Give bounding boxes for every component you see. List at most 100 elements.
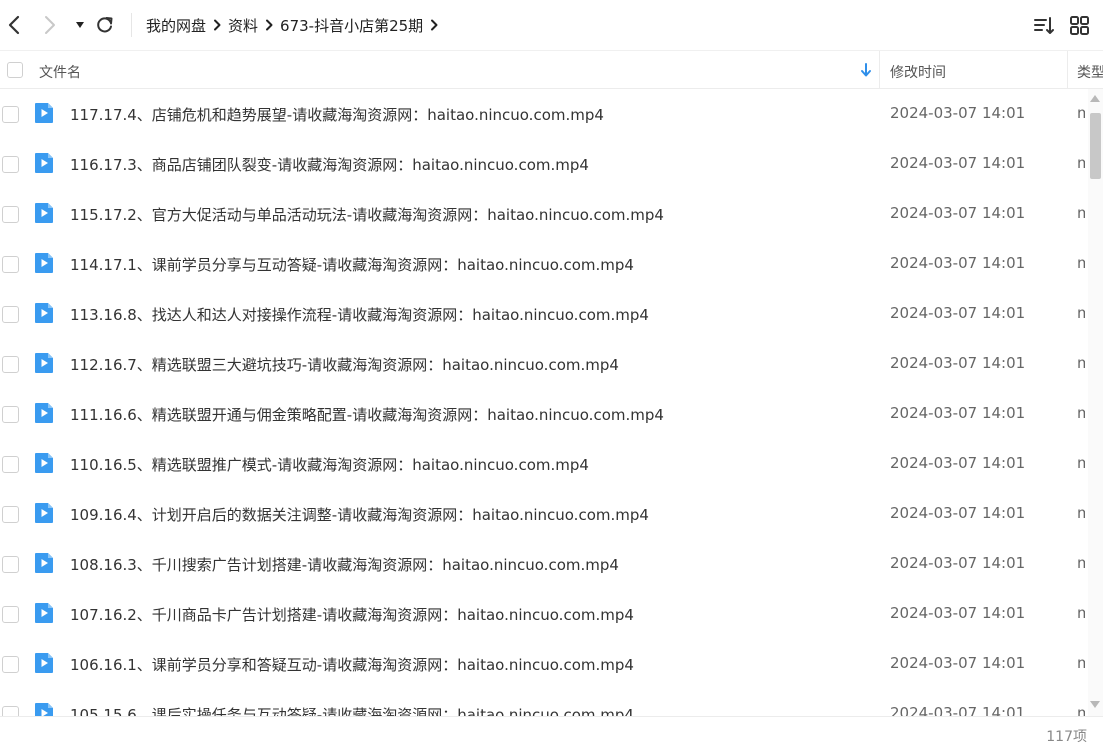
video-file-icon — [35, 603, 53, 623]
caret-down-icon — [76, 22, 84, 28]
file-row[interactable]: 108.16.3、千川搜索广告计划搭建-请收藏海淘资源网：haitao.ninc… — [0, 539, 1088, 589]
chevron-right-icon — [258, 14, 280, 36]
video-file-icon — [35, 203, 53, 223]
scroll-down-arrow-icon[interactable] — [1090, 701, 1100, 708]
video-file-icon — [35, 253, 53, 273]
file-row[interactable]: 113.16.8、找达人和达人对接操作流程-请收藏海淘资源网：haitao.ni… — [0, 289, 1088, 339]
file-modified-time: 2024-03-07 14:01 — [890, 404, 1026, 422]
row-checkbox[interactable] — [2, 206, 19, 223]
file-name[interactable]: 105.15.6、课后实操任务与互动答疑-请收藏海淘资源网：haitao.nin… — [70, 704, 634, 716]
row-checkbox[interactable] — [2, 106, 19, 123]
column-header-modified[interactable]: 修改时间 — [890, 62, 946, 82]
video-file-icon — [35, 303, 53, 323]
column-header-name[interactable]: 文件名 — [39, 62, 81, 82]
column-header: 文件名 修改时间 类型 — [0, 50, 1103, 89]
sort-button[interactable] — [1033, 15, 1055, 37]
file-type: m — [1077, 104, 1085, 122]
file-modified-time: 2024-03-07 14:01 — [890, 604, 1026, 622]
column-header-type[interactable]: 类型 — [1077, 62, 1103, 82]
row-checkbox[interactable] — [2, 606, 19, 623]
file-modified-time: 2024-03-07 14:01 — [890, 254, 1026, 272]
file-row[interactable]: 105.15.6、课后实操任务与互动答疑-请收藏海淘资源网：haitao.nin… — [0, 689, 1088, 716]
file-type: m — [1077, 254, 1085, 272]
video-file-icon — [35, 353, 53, 373]
breadcrumb-item-current[interactable]: 673-抖音小店第25期 — [280, 15, 423, 36]
file-name[interactable]: 110.16.5、精选联盟推广模式-请收藏海淘资源网：haitao.nincuo… — [70, 454, 589, 475]
refresh-button[interactable] — [93, 10, 117, 40]
video-file-icon — [35, 553, 53, 573]
refresh-icon — [97, 17, 113, 33]
row-checkbox[interactable] — [2, 706, 19, 716]
file-name[interactable]: 112.16.7、精选联盟三大避坑技巧-请收藏海淘资源网：haitao.ninc… — [70, 354, 619, 375]
file-name[interactable]: 107.16.2、千川商品卡广告计划搭建-请收藏海淘资源网：haitao.nin… — [70, 604, 634, 625]
file-name[interactable]: 111.16.6、精选联盟开通与佣金策略配置-请收藏海淘资源网：haitao.n… — [70, 404, 664, 425]
file-name[interactable]: 106.16.1、课前学员分享和答疑互动-请收藏海淘资源网：haitao.nin… — [70, 654, 634, 675]
file-row[interactable]: 112.16.7、精选联盟三大避坑技巧-请收藏海淘资源网：haitao.ninc… — [0, 339, 1088, 389]
file-name[interactable]: 109.16.4、计划开启后的数据关注调整-请收藏海淘资源网：haitao.ni… — [70, 504, 649, 525]
column-divider[interactable] — [1067, 51, 1068, 89]
video-file-icon — [35, 503, 53, 523]
row-checkbox[interactable] — [2, 356, 19, 373]
file-type: m — [1077, 454, 1085, 472]
status-bar: 117项 — [0, 716, 1103, 745]
vertical-scrollbar[interactable] — [1088, 89, 1103, 716]
row-checkbox[interactable] — [2, 406, 19, 423]
file-type: m — [1077, 354, 1085, 372]
view-mode-button[interactable] — [1069, 15, 1091, 37]
history-dropdown-button[interactable] — [68, 10, 92, 40]
file-name[interactable]: 116.17.3、商品店铺团队裂变-请收藏海淘资源网：haitao.nincuo… — [70, 154, 589, 175]
file-name[interactable]: 113.16.8、找达人和达人对接操作流程-请收藏海淘资源网：haitao.ni… — [70, 304, 649, 325]
row-checkbox[interactable] — [2, 156, 19, 173]
file-modified-time: 2024-03-07 14:01 — [890, 554, 1026, 572]
row-checkbox[interactable] — [2, 556, 19, 573]
video-file-icon — [35, 153, 53, 173]
chevron-right-icon — [206, 14, 228, 36]
video-file-icon — [35, 653, 53, 673]
file-row[interactable]: 110.16.5、精选联盟推广模式-请收藏海淘资源网：haitao.nincuo… — [0, 439, 1088, 489]
video-file-icon — [35, 403, 53, 423]
file-type: m — [1077, 304, 1085, 322]
file-row[interactable]: 116.17.3、商品店铺团队裂变-请收藏海淘资源网：haitao.nincuo… — [0, 139, 1088, 189]
back-button[interactable] — [2, 10, 26, 40]
toolbar: 我的网盘 资料 673-抖音小店第25期 — [0, 0, 1103, 50]
sort-list-icon — [1034, 17, 1054, 34]
breadcrumb-item-root[interactable]: 我的网盘 — [146, 15, 206, 36]
video-file-icon — [35, 703, 53, 716]
file-type: m — [1077, 404, 1085, 422]
file-type: m — [1077, 654, 1085, 672]
file-modified-time: 2024-03-07 14:01 — [890, 704, 1026, 716]
grid-view-icon — [1070, 16, 1089, 35]
file-modified-time: 2024-03-07 14:01 — [890, 104, 1026, 122]
file-name[interactable]: 115.17.2、官方大促活动与单品活动玩法-请收藏海淘资源网：haitao.n… — [70, 204, 664, 225]
file-modified-time: 2024-03-07 14:01 — [890, 204, 1026, 222]
row-checkbox[interactable] — [2, 656, 19, 673]
file-modified-time: 2024-03-07 14:01 — [890, 354, 1026, 372]
scroll-up-arrow-icon[interactable] — [1090, 95, 1100, 102]
chevron-right-icon[interactable] — [423, 14, 445, 36]
file-modified-time: 2024-03-07 14:01 — [890, 654, 1026, 672]
sort-descending-arrow-icon[interactable] — [860, 63, 872, 77]
file-type: m — [1077, 204, 1085, 222]
file-row[interactable]: 115.17.2、官方大促活动与单品活动玩法-请收藏海淘资源网：haitao.n… — [0, 189, 1088, 239]
video-file-icon — [35, 103, 53, 123]
file-row[interactable]: 109.16.4、计划开启后的数据关注调整-请收藏海淘资源网：haitao.ni… — [0, 489, 1088, 539]
file-name[interactable]: 114.17.1、课前学员分享与互动答疑-请收藏海淘资源网：haitao.nin… — [70, 254, 634, 275]
file-name[interactable]: 117.17.4、店铺危机和趋势展望-请收藏海淘资源网：haitao.nincu… — [70, 104, 604, 125]
file-type: m — [1077, 604, 1085, 622]
file-name[interactable]: 108.16.3、千川搜索广告计划搭建-请收藏海淘资源网：haitao.ninc… — [70, 554, 619, 575]
breadcrumb-item-folder[interactable]: 资料 — [228, 15, 258, 36]
file-row[interactable]: 114.17.1、课前学员分享与互动答疑-请收藏海淘资源网：haitao.nin… — [0, 239, 1088, 289]
forward-button[interactable] — [38, 10, 62, 40]
file-row[interactable]: 106.16.1、课前学员分享和答疑互动-请收藏海淘资源网：haitao.nin… — [0, 639, 1088, 689]
scrollbar-thumb[interactable] — [1090, 113, 1101, 179]
file-list: 117.17.4、店铺危机和趋势展望-请收藏海淘资源网：haitao.nincu… — [0, 89, 1088, 716]
row-checkbox[interactable] — [2, 306, 19, 323]
column-divider[interactable] — [879, 51, 880, 89]
row-checkbox[interactable] — [2, 506, 19, 523]
file-row[interactable]: 107.16.2、千川商品卡广告计划搭建-请收藏海淘资源网：haitao.nin… — [0, 589, 1088, 639]
row-checkbox[interactable] — [2, 456, 19, 473]
select-all-checkbox[interactable] — [7, 62, 23, 78]
row-checkbox[interactable] — [2, 256, 19, 273]
file-row[interactable]: 111.16.6、精选联盟开通与佣金策略配置-请收藏海淘资源网：haitao.n… — [0, 389, 1088, 439]
file-row[interactable]: 117.17.4、店铺危机和趋势展望-请收藏海淘资源网：haitao.nincu… — [0, 89, 1088, 139]
